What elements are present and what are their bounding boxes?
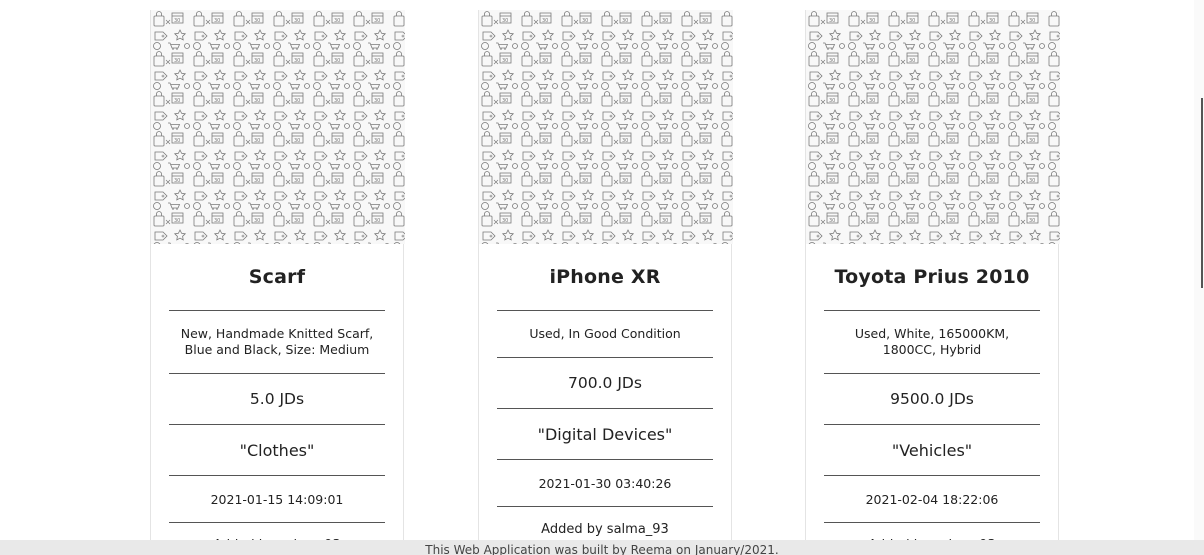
product-card[interactable]: Toyota Prius 2010 Used, White, 165000KM,… [805,10,1060,555]
product-description: New, Handmade Knitted Scarf, Blue and Bl… [169,311,385,374]
product-title[interactable]: Scarf [169,244,385,311]
product-date: 2021-01-30 03:40:26 [497,460,713,507]
product-category: "Digital Devices" [497,409,713,460]
product-category: "Vehicles" [824,425,1040,476]
product-card[interactable]: Scarf New, Handmade Knitted Scarf, Blue … [150,10,405,555]
product-card[interactable]: iPhone XR Used, In Good Condition 700.0 … [478,10,733,555]
product-category: "Clothes" [169,425,385,476]
product-image [151,10,405,244]
product-price: 700.0 JDs [497,358,713,409]
product-image [479,10,733,244]
product-price: 5.0 JDs [169,374,385,425]
scrollbar-thumb[interactable] [1201,98,1203,288]
page: 30 Scarf New, Handmade Knit [0,0,1204,555]
scrollbar[interactable] [1194,0,1204,540]
footer-text: This Web Application was built by Reema … [425,543,779,555]
page-footer: This Web Application was built by Reema … [0,540,1204,555]
product-title[interactable]: Toyota Prius 2010 [824,244,1040,311]
product-description: Used, In Good Condition [497,311,713,358]
product-date: 2021-01-15 14:09:01 [169,476,385,523]
product-image [806,10,1060,244]
product-description: Used, White, 165000KM, 1800CC, Hybrid [824,311,1040,374]
product-title[interactable]: iPhone XR [497,244,713,311]
product-price: 9500.0 JDs [824,374,1040,425]
product-date: 2021-02-04 18:22:06 [824,476,1040,523]
